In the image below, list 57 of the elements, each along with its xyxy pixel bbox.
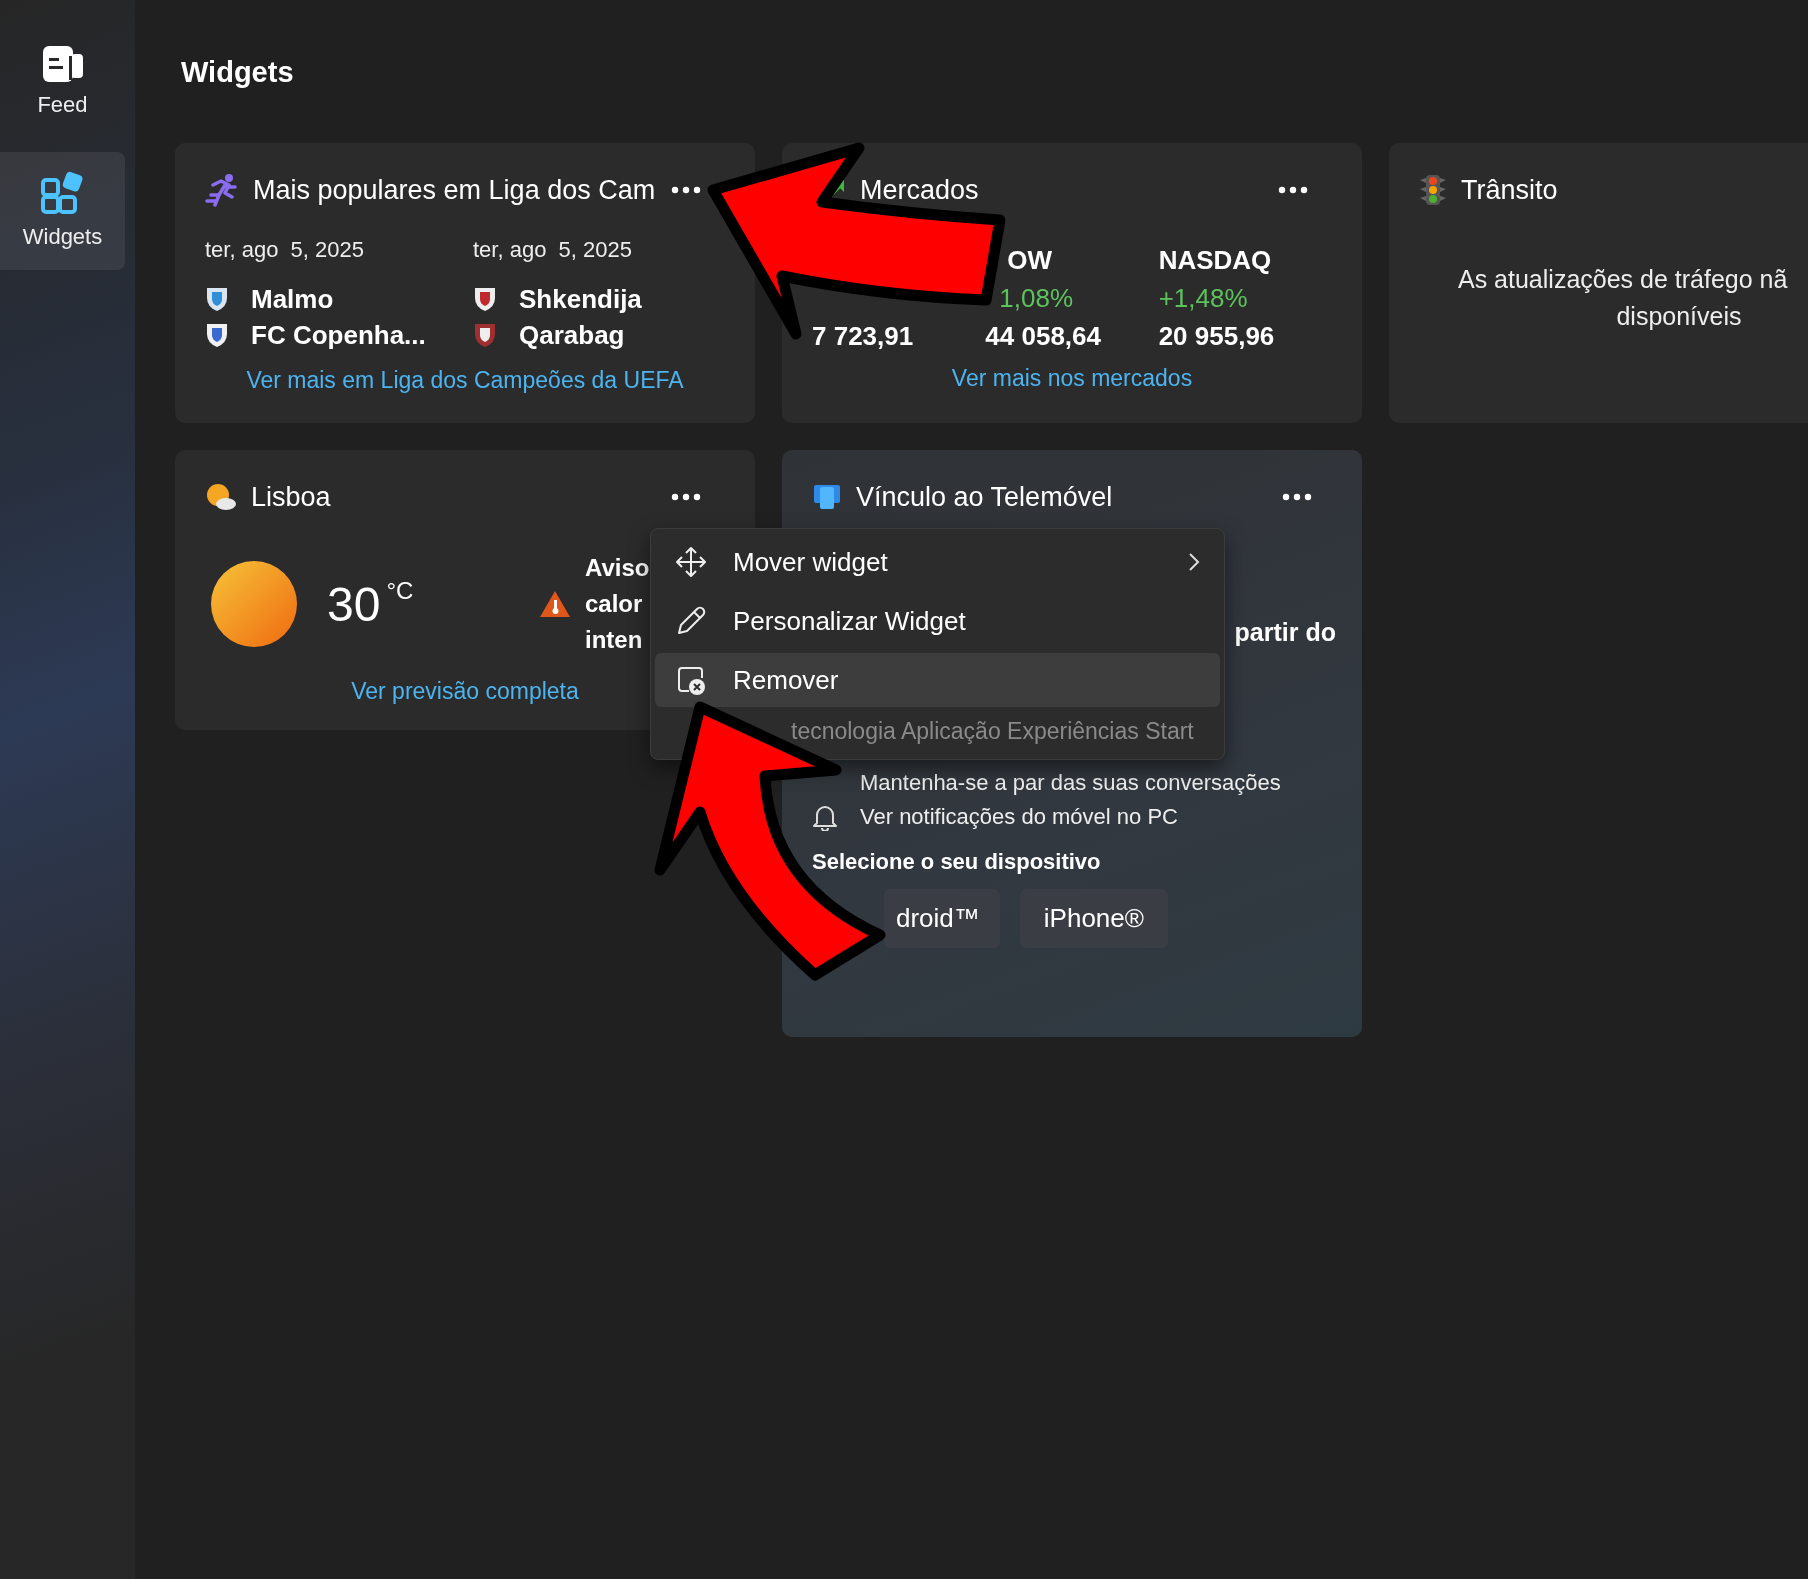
match-date: ter, ago 5, 2025 bbox=[473, 237, 634, 263]
menu-item[interactable]: Mover widget bbox=[655, 535, 1220, 589]
remove-widget-icon bbox=[675, 664, 707, 696]
card-link[interactable]: Ver mais nos mercados bbox=[812, 365, 1332, 392]
widget-title: Trânsito bbox=[1461, 174, 1559, 206]
traffic-message: As atualizações de tráfego nã bbox=[1458, 264, 1788, 295]
page-title: Widgets bbox=[181, 56, 295, 89]
move-arrows-icon bbox=[675, 546, 707, 578]
sidebar-item[interactable]: Widgets bbox=[0, 152, 125, 270]
intro-text: partir do bbox=[1234, 618, 1336, 647]
temperature-unit: °C bbox=[386, 576, 414, 605]
index-change: 1,08% bbox=[998, 283, 1075, 315]
more-options-icon[interactable] bbox=[1282, 493, 1312, 501]
alert-text: Aviso calor inten bbox=[585, 553, 649, 655]
index-value: 20 955,96 bbox=[1158, 321, 1276, 353]
menu-item[interactable]: Remover bbox=[655, 653, 1220, 707]
running-figure-icon bbox=[205, 173, 239, 207]
device-button[interactable]: iPhone® bbox=[1019, 889, 1168, 948]
team-name: Qarabag bbox=[519, 319, 625, 351]
team-crest-icon bbox=[205, 322, 229, 348]
team-crest-icon bbox=[205, 286, 229, 312]
team-name: Malmo bbox=[251, 283, 334, 315]
widget-title: Mais populares em Liga dos Cam bbox=[253, 174, 657, 206]
more-options-icon[interactable] bbox=[671, 493, 701, 501]
temperature: 30 bbox=[327, 576, 381, 632]
index-value: 44 058,64 bbox=[985, 321, 1102, 353]
pencil-icon bbox=[675, 605, 707, 637]
feature-text: Mantenha-se a par das suas conversações bbox=[860, 770, 1281, 796]
menu-footer: tecnologia Aplicação Experiências Start bbox=[655, 712, 1220, 753]
more-options-icon[interactable] bbox=[671, 186, 701, 194]
card-link[interactable]: Ver mais em Liga dos Campeões da UEFA bbox=[205, 367, 725, 394]
team-crest-icon bbox=[473, 286, 497, 312]
select-label: Selecione o seu dispositivo bbox=[812, 849, 1102, 875]
index-name: OW bbox=[1006, 245, 1054, 277]
widget-title: Vínculo ao Telemóvel bbox=[856, 481, 1114, 513]
warning-thermometer-icon bbox=[539, 589, 571, 619]
bell-icon bbox=[812, 803, 838, 831]
more-options-icon[interactable] bbox=[1278, 186, 1308, 194]
team-name: Shkendija bbox=[519, 283, 642, 315]
team-name: FC Copenha... bbox=[251, 319, 426, 351]
match-date: ter, ago 5, 2025 bbox=[205, 237, 366, 263]
feature-text: Ver notificações do móvel no PC bbox=[860, 804, 1178, 830]
sun-cloud-icon bbox=[205, 483, 237, 511]
team-crest-icon bbox=[473, 322, 497, 348]
sidebar-item[interactable]: Feed bbox=[0, 26, 125, 138]
menu-item[interactable]: Personalizar Widget bbox=[655, 594, 1220, 648]
index-name: NASDAQ bbox=[1158, 245, 1273, 277]
traffic-light-icon bbox=[1419, 174, 1447, 206]
traffic-message: disponíveis bbox=[1616, 301, 1742, 332]
widget-title: Mercados bbox=[860, 174, 980, 206]
sun-icon bbox=[209, 559, 299, 649]
widget-title: Lisboa bbox=[251, 481, 332, 513]
index-value: 7 723,91 bbox=[812, 321, 915, 353]
feed-icon bbox=[40, 44, 85, 84]
phone-link-icon bbox=[812, 483, 842, 511]
index-change: +1,48% bbox=[1158, 283, 1249, 315]
device-button[interactable]: droid™ bbox=[884, 889, 1000, 948]
